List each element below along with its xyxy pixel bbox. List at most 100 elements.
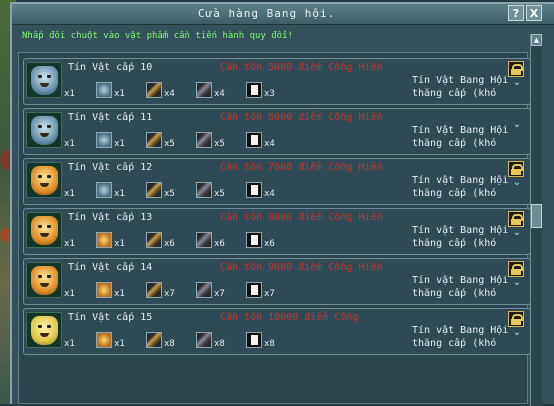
item-cost: Cần tốn 6000 điểm Cống Hiến — [220, 112, 383, 123]
shop-item-row[interactable]: Tín Vật cấp 15 Cần tốn 10000 điểm Cống x… — [23, 308, 531, 355]
wood-material-icon[interactable] — [146, 132, 162, 148]
material-quantity: x8 — [264, 339, 275, 349]
scroll-thumb[interactable] — [531, 204, 542, 228]
mask-material-icon[interactable] — [96, 332, 112, 348]
material-quantity: x5 — [164, 139, 175, 149]
item-quantity: x1 — [64, 139, 75, 149]
item-name: Tín Vật cấp 12 — [68, 162, 153, 173]
chevron-down-icon[interactable]: ⌄ — [511, 177, 523, 189]
material-quantity: x8 — [214, 339, 225, 349]
description-line-1: Tín vật Bang Hội — [412, 325, 509, 336]
paper-material-icon[interactable] — [246, 182, 262, 198]
instruction-text: Nhấp đôi chuột vào vật phẩm cần tiến hàn… — [22, 31, 293, 41]
material-quantity: x6 — [264, 239, 275, 249]
shop-item-row[interactable]: Tín Vật cấp 12 Cần tốn 7000 điểm Cống Hi… — [23, 158, 531, 205]
item-description: Tín vật Bang Hội thăng cấp (khó — [412, 324, 508, 350]
paper-material-icon[interactable] — [246, 132, 262, 148]
scroll-up-arrow-icon[interactable]: ▲ — [531, 34, 542, 46]
shop-item-row[interactable]: Tín Vật cấp 10 Cần tốn 5000 điểm Cống Hi… — [23, 58, 531, 105]
description-line-2: thăng cấp (khó — [412, 338, 497, 349]
material-quantity: x3 — [264, 89, 275, 99]
ore-material-icon[interactable] — [196, 232, 212, 248]
chevron-down-icon[interactable]: ⌄ — [511, 227, 523, 239]
wood-material-icon[interactable] — [146, 282, 162, 298]
chevron-down-icon[interactable]: ⌄ — [511, 77, 523, 89]
shop-item-row[interactable]: Tín Vật cấp 13 Cần tốn 8000 điểm Cống Hi… — [23, 208, 531, 255]
item-description: Tín vật Bang Hội thăng cấp (khó — [412, 224, 508, 250]
lock-icon[interactable] — [508, 61, 524, 77]
item-quantity: x1 — [64, 189, 75, 199]
lock-icon[interactable] — [508, 311, 524, 327]
shop-item-row[interactable]: Tín Vật cấp 11 Cần tốn 6000 điểm Cống Hi… — [23, 108, 531, 155]
ore-material-icon[interactable] — [196, 182, 212, 198]
paper-material-icon[interactable] — [246, 332, 262, 348]
lock-icon[interactable] — [508, 161, 524, 177]
material-quantity: x4 — [164, 89, 175, 99]
wood-material-icon[interactable] — [146, 182, 162, 198]
chevron-down-icon[interactable]: ⌄ — [511, 327, 523, 339]
description-line-2: thăng cấp (khó — [412, 288, 497, 299]
guild-shop-window: Cửa hàng Bang hội. ? X Nhấp đôi chuột và… — [10, 2, 554, 406]
item-cost: Cần tốn 5000 điểm Cống Hiến — [220, 62, 383, 73]
description-line-1: Tín vật Bang Hội — [412, 225, 509, 236]
chevron-down-icon[interactable]: ⌄ — [511, 119, 523, 131]
mask-gold-icon[interactable] — [26, 162, 62, 198]
title-bar[interactable]: Cửa hàng Bang hội. ? X — [12, 4, 554, 25]
material-quantity: x8 — [164, 339, 175, 349]
mask-lightgold-icon[interactable] — [26, 312, 62, 348]
help-button[interactable]: ? — [508, 5, 524, 21]
item-cost: Cần tốn 9000 điểm Cống Hiến — [220, 262, 383, 273]
paper-material-icon[interactable] — [246, 282, 262, 298]
ore-material-icon[interactable] — [196, 282, 212, 298]
item-cost: Cần tốn 10000 điểm Cống — [220, 312, 359, 323]
shop-item-row[interactable]: Tín Vật cấp 14 Cần tốn 9000 điểm Cống Hi… — [23, 258, 531, 305]
item-list: Tín Vật cấp 10 Cần tốn 5000 điểm Cống Hi… — [18, 52, 531, 404]
ore-material-icon[interactable] — [196, 332, 212, 348]
mask-material-icon[interactable] — [96, 82, 112, 98]
mask-material-icon[interactable] — [96, 232, 112, 248]
wood-material-icon[interactable] — [146, 82, 162, 98]
mask-material-icon[interactable] — [96, 182, 112, 198]
material-quantity: x6 — [164, 239, 175, 249]
item-cost: Cần tốn 7000 điểm Cống Hiến — [220, 162, 383, 173]
description-line-2: thăng cấp (khó — [412, 238, 497, 249]
description-line-2: thăng cấp (khó — [412, 138, 497, 149]
description-line-1: Tín Vật Bang Hội — [412, 75, 509, 86]
wood-material-icon[interactable] — [146, 332, 162, 348]
ore-material-icon[interactable] — [196, 132, 212, 148]
paper-material-icon[interactable] — [246, 232, 262, 248]
mask-gold-icon[interactable] — [26, 262, 62, 298]
item-name: Tín Vật cấp 14 — [68, 262, 153, 273]
material-quantity: x6 — [214, 239, 225, 249]
description-line-2: thăng cấp (khó — [412, 88, 497, 99]
item-name: Tín Vật cấp 15 — [68, 312, 153, 323]
material-quantity: x1 — [114, 89, 125, 99]
material-quantity: x4 — [264, 189, 275, 199]
close-button[interactable]: X — [526, 5, 542, 21]
mask-blue-icon[interactable] — [26, 62, 62, 98]
paper-material-icon[interactable] — [246, 82, 262, 98]
material-quantity: x1 — [114, 289, 125, 299]
material-quantity: x7 — [264, 289, 275, 299]
mask-gold-icon[interactable] — [26, 212, 62, 248]
mask-material-icon[interactable] — [96, 282, 112, 298]
window-title: Cửa hàng Bang hội. — [198, 7, 336, 20]
item-name: Tín Vật cấp 13 — [68, 212, 153, 223]
lock-icon[interactable] — [508, 211, 524, 227]
item-name: Tín Vật cấp 11 — [68, 112, 153, 123]
material-quantity: x1 — [114, 339, 125, 349]
ore-material-icon[interactable] — [196, 82, 212, 98]
material-quantity: x7 — [164, 289, 175, 299]
material-quantity: x5 — [214, 189, 225, 199]
chevron-down-icon[interactable]: ⌄ — [511, 277, 523, 289]
material-quantity: x4 — [264, 139, 275, 149]
item-quantity: x1 — [64, 89, 75, 99]
material-quantity: x7 — [214, 289, 225, 299]
scrollbar[interactable]: ▲ — [530, 34, 542, 406]
mask-material-icon[interactable] — [96, 132, 112, 148]
wood-material-icon[interactable] — [146, 232, 162, 248]
material-quantity: x5 — [214, 139, 225, 149]
lock-icon[interactable] — [508, 261, 524, 277]
item-description: Tín vật Bang Hội thăng cấp (khó — [412, 274, 508, 300]
mask-blue-icon[interactable] — [26, 112, 62, 148]
